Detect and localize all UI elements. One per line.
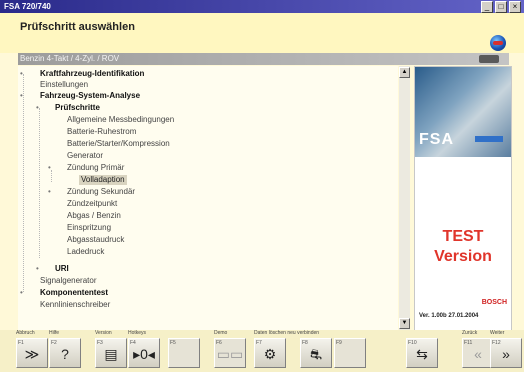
fkey-caption: Hilfe: [49, 330, 60, 336]
minimize-button[interactable]: _: [481, 1, 493, 13]
tree-item[interactable]: Prüfschritte: [55, 103, 100, 113]
scroll-up-icon[interactable]: ▲: [399, 67, 410, 78]
tree-item[interactable]: Komponententest: [40, 288, 108, 298]
tree-item[interactable]: Kraftfahrzeug-Identifikation: [40, 69, 144, 79]
function-key-bar: Abbruch F1 ≫ Hilfe F2? Version F3 ▤ Hotkeys F4 ▸0◂…: [0, 330, 524, 372]
title-bar: FSA 720/740 _ □ ×: [0, 0, 524, 13]
fkey-number: F9: [336, 340, 342, 346]
collapse-icon[interactable]: •: [36, 103, 39, 113]
fkey-f10-button[interactable]: F10 ⇆: [406, 338, 438, 368]
tree-item[interactable]: Einspritzung: [67, 223, 111, 233]
fkey-caption: Abbruch: [16, 330, 35, 336]
test-version-label: TEST Version: [415, 227, 511, 267]
close-button[interactable]: ×: [509, 1, 521, 13]
tree-item[interactable]: Zündung Sekundär: [67, 187, 135, 197]
help-icon: ?: [61, 346, 69, 362]
tree-item[interactable]: URI: [55, 264, 69, 274]
hotkeys-icon: ▸0◂: [133, 346, 155, 362]
collapse-icon[interactable]: •: [20, 91, 23, 101]
tree-connector: [39, 108, 40, 258]
fkey-caption: Daten löschen neu verbinden: [254, 330, 320, 336]
forward-icon: »: [502, 346, 510, 362]
tree-item[interactable]: Batterie/Starter/Kompression: [67, 139, 170, 149]
expand-icon[interactable]: •: [20, 69, 23, 79]
bosch-logo: BOSCH: [481, 299, 507, 306]
tree-item[interactable]: Generator: [67, 151, 103, 161]
brand-tag: [475, 136, 503, 142]
tree-connector: [51, 170, 52, 182]
fkey-f12-button[interactable]: F12»: [490, 338, 522, 368]
tree-item[interactable]: Batterie-Ruhestrom: [67, 127, 136, 137]
tree-item[interactable]: Einstellungen: [40, 80, 88, 90]
test-line: TEST: [442, 228, 484, 245]
tree-item[interactable]: Kennlinienschreiber: [40, 300, 110, 310]
fkey-caption: Version: [95, 330, 112, 336]
globe-icon: [490, 35, 506, 51]
vehicle-path-bar: Benzin 4-Takt / 4-Zyl. / ROV: [18, 53, 509, 65]
tree-connector: [23, 74, 24, 292]
tree-item[interactable]: Zündzeitpunkt: [67, 199, 117, 209]
maximize-button[interactable]: □: [495, 1, 507, 13]
fkey-caption: Hotkeys: [128, 330, 147, 336]
expand-icon[interactable]: •: [36, 264, 39, 274]
fkey-f7-button[interactable]: F7 ⚙: [254, 338, 286, 368]
tree-item[interactable]: Zündung Primär: [67, 163, 124, 173]
collapse-icon[interactable]: •: [48, 163, 51, 173]
fkey-f1-button[interactable]: F1 ≫: [16, 338, 48, 368]
window-title: FSA 720/740: [4, 2, 51, 11]
chevrons-up-icon: ≫: [24, 346, 40, 362]
tree-item[interactable]: Abgas / Benzin: [67, 211, 121, 221]
software-version: Ver. 1.00b 27.01.2004: [419, 313, 479, 319]
tree-item[interactable]: Signalgenerator: [40, 276, 96, 286]
expand-icon[interactable]: •: [48, 187, 51, 197]
fkey-f9-button[interactable]: F9: [334, 338, 366, 368]
fkey-f2-button[interactable]: F2?: [49, 338, 81, 368]
tree-item[interactable]: Abgasstaudruck: [67, 235, 124, 245]
fkey-caption: Zurück: [462, 330, 478, 336]
test-step-tree: Kraftfahrzeug-Identifikation • Einstellung…: [18, 66, 398, 330]
expand-icon[interactable]: •: [20, 288, 23, 298]
tree-scrollbar[interactable]: ▲ ▼: [399, 66, 410, 330]
fkey-f6-button[interactable]: F6 ▭▭: [214, 338, 246, 368]
reconnect-icon: ⚙: [263, 346, 277, 362]
version-line: Version: [434, 248, 492, 265]
page-header: Prüfschritt auswählen: [0, 13, 524, 53]
tree-item[interactable]: Volladaption: [79, 175, 127, 185]
fkey-f4-button[interactable]: F4 ▸0◂: [128, 338, 160, 368]
fsa-brand: FSA: [419, 131, 454, 148]
fkey-caption: Demo: [214, 330, 228, 336]
fkey-caption: Weiter: [490, 330, 505, 336]
page-title: Prüfschritt auswählen: [20, 21, 135, 33]
application-window: FSA 720/740 _ □ × Prüfschritt auswählen …: [0, 0, 524, 372]
fkey-f5-button[interactable]: F5: [168, 338, 200, 368]
vehicle-icon: ⛐: [309, 346, 323, 362]
document-icon: ▤: [104, 346, 118, 362]
fkey-f3-button[interactable]: F3 ▤: [95, 338, 127, 368]
scroll-down-icon[interactable]: ▼: [399, 318, 410, 329]
tree-item[interactable]: Ladedruck: [67, 247, 104, 257]
tree-item[interactable]: Allgemeine Messbedingungen: [67, 115, 174, 125]
info-panel: FSA TEST Version BOSCH Ver. 1.00b 27.01.…: [414, 66, 512, 332]
print-icon: ⇆: [416, 346, 428, 362]
fkey-f8-button[interactable]: F8 ⛐: [300, 338, 332, 368]
demo-icon: ▭▭: [216, 346, 244, 362]
fkey-number: F5: [170, 340, 176, 346]
product-photo: FSA: [415, 67, 511, 157]
vehicle-path: Benzin 4-Takt / 4-Zyl. / ROV: [20, 54, 120, 63]
back-icon: «: [474, 346, 482, 362]
connection-icon: [479, 55, 499, 63]
tree-item[interactable]: Fahrzeug-System-Analyse: [40, 91, 140, 101]
